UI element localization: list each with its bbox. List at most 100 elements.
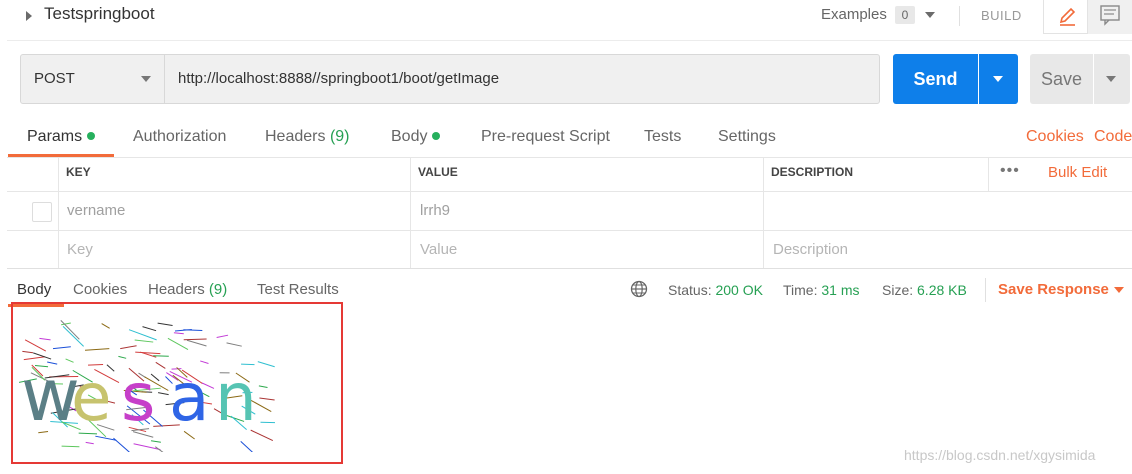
captcha-noise-line [118, 355, 127, 359]
size-readout: Size: 6.28 KB [882, 282, 967, 298]
captcha-letter: e [71, 359, 112, 436]
captcha-noise-line [134, 339, 154, 343]
table-row-empty: Key Value Description [7, 230, 1132, 268]
divider [985, 278, 986, 302]
captcha-noise-line [133, 443, 161, 451]
examples-dropdown-label[interactable]: Examples [821, 6, 887, 23]
status-label: Status: [668, 282, 712, 298]
description-input[interactable]: Description [763, 231, 1132, 268]
tab-label: Headers [265, 128, 326, 145]
captcha-noise-line [155, 361, 166, 369]
save-button[interactable]: Save [1030, 54, 1093, 104]
param-key: vername [67, 202, 126, 219]
edit-mode-button[interactable] [1043, 0, 1088, 34]
captcha-noise-line [101, 323, 110, 329]
captcha-noise-line [142, 326, 157, 332]
comment-icon [1100, 5, 1120, 26]
watermark: https://blog.csdn.net/xgysimida [904, 447, 1096, 463]
table-header-row: KEY VALUE DESCRIPTION ••• Bulk Edit [7, 157, 1132, 191]
tab-count: (9) [329, 128, 350, 145]
tab-label: Body [391, 128, 428, 145]
captcha-noise-line [24, 339, 47, 352]
captcha-noise-line [150, 440, 161, 443]
tab-response-cookies[interactable]: Cookies [73, 281, 127, 298]
tab-headers[interactable]: Headers (9) [265, 128, 350, 146]
time-readout: Time: 31 ms [783, 282, 860, 298]
size-value: 6.28 KB [917, 282, 967, 298]
captcha-noise-line [226, 342, 242, 347]
value-input[interactable]: Value [410, 231, 763, 268]
captcha-noise-line [216, 334, 229, 338]
value-cell[interactable]: lrrh9 [410, 192, 763, 230]
row-enabled-checkbox[interactable] [32, 202, 52, 222]
value-placeholder: Value [420, 241, 458, 258]
documentation-button[interactable] [1088, 0, 1132, 34]
method-value: POST [34, 70, 75, 87]
tab-body[interactable]: Body [391, 128, 441, 146]
captcha-noise-line [84, 348, 110, 351]
captcha-noise-line [61, 322, 71, 326]
tab-test-results[interactable]: Test Results [257, 281, 339, 298]
captcha-noise-line [259, 397, 275, 401]
method-select[interactable]: POST [20, 54, 165, 104]
captcha-letter: s [121, 359, 155, 436]
examples-count-badge: 0 [895, 6, 915, 24]
tab-response-headers[interactable]: Headers (9) [148, 281, 227, 298]
captcha-noise-line [186, 339, 207, 347]
pencil-icon [1059, 7, 1076, 26]
captcha-noise-line [62, 326, 84, 347]
captcha-noise-line [113, 437, 130, 452]
key-placeholder: Key [67, 241, 93, 258]
captcha-noise-line [257, 361, 275, 368]
response-body-highlight: wesan [11, 302, 343, 464]
header-cell-key: KEY [58, 158, 410, 191]
collection-title: Testspringboot [44, 4, 155, 23]
chevron-down-icon [993, 76, 1003, 82]
globe-icon[interactable] [630, 280, 648, 298]
url-input[interactable]: http://localhost:8888//springboot1/boot/… [164, 54, 880, 104]
tab-settings[interactable]: Settings [718, 128, 776, 146]
table-row: vername lrrh9 [7, 191, 1132, 230]
collection-header: Testspringboot Examples 0 BUILD [0, 0, 1132, 40]
tab-count: (9) [208, 281, 228, 298]
captcha-noise-line [61, 445, 80, 448]
captcha-letter: a [169, 359, 209, 436]
tab-prerequest-script[interactable]: Pre-request Script [481, 128, 610, 146]
tab-tests[interactable]: Tests [644, 128, 681, 146]
bulk-edit-link[interactable]: Bulk Edit [1048, 164, 1107, 181]
cookies-link[interactable]: Cookies [1026, 128, 1084, 146]
captcha-noise-line [173, 332, 184, 335]
key-input[interactable]: Key [58, 231, 410, 268]
send-options-button[interactable] [979, 54, 1018, 104]
captcha-noise-line [240, 440, 253, 452]
description-cell[interactable] [763, 192, 1132, 230]
chevron-down-icon[interactable] [1114, 287, 1124, 293]
header-cell-description: DESCRIPTION [763, 158, 988, 191]
save-response-button[interactable]: Save Response [998, 281, 1109, 298]
code-link[interactable]: Code [1094, 128, 1132, 146]
captcha-noise-line [85, 441, 94, 445]
time-label: Time: [783, 282, 818, 298]
captcha-noise-line [120, 345, 137, 350]
captcha-noise-line [135, 351, 161, 355]
captcha-noise-line [260, 421, 275, 424]
key-cell[interactable]: vername [58, 192, 410, 230]
tab-response-body[interactable]: Body [17, 281, 51, 298]
header-cell-value: VALUE [410, 158, 763, 191]
tab-params[interactable]: Params [27, 128, 96, 146]
status-readout: Status: 200 OK [668, 282, 763, 298]
chevron-down-icon[interactable] [925, 12, 935, 18]
captcha-image: we s a n [19, 320, 275, 452]
build-button[interactable]: BUILD [981, 8, 1022, 23]
tab-authorization[interactable]: Authorization [133, 128, 226, 146]
send-button[interactable]: Send [893, 54, 978, 104]
more-options-icon[interactable]: ••• [1000, 162, 1020, 180]
active-dot-icon [87, 132, 96, 140]
captcha-noise-line [258, 385, 268, 388]
url-value: http://localhost:8888//springboot1/boot/… [178, 70, 500, 87]
expand-caret-icon[interactable] [26, 11, 32, 21]
captcha-noise-line [52, 346, 71, 350]
captcha-letter: n [215, 359, 257, 436]
captcha-noise-line [158, 392, 169, 396]
save-options-button[interactable] [1094, 54, 1130, 104]
